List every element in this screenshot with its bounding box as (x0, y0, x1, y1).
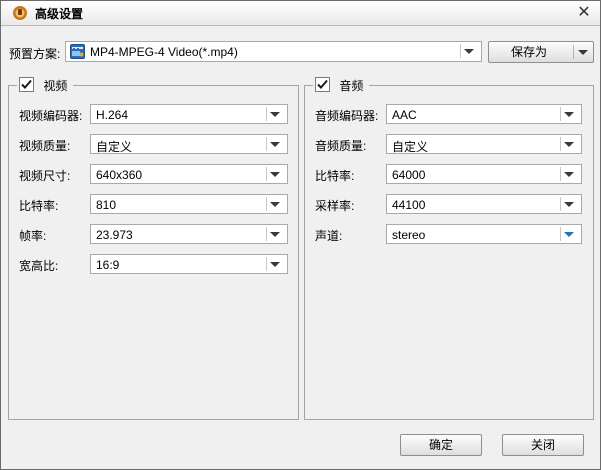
audio-quality-label: 音频质量: (315, 139, 367, 153)
video-group-title: 视频 (43, 79, 68, 93)
chevron-down-icon (270, 172, 280, 177)
chevron-down-icon (464, 49, 474, 54)
save-as-button[interactable]: 保存为 (488, 41, 594, 63)
audio-bitrate-label: 比特率: (315, 169, 355, 183)
combo-separator (560, 197, 561, 211)
preset-value: MP4-MPEG-4 Video(*.mp4) (90, 45, 238, 59)
video-bitrate-value: 810 (96, 198, 117, 212)
chevron-down-icon (270, 262, 280, 267)
audio-samplerate-value: 44100 (392, 198, 426, 212)
audio-group-header: 音频 (313, 77, 370, 95)
video-bitrate-label: 比特率: (19, 199, 59, 213)
combo-separator (460, 44, 461, 58)
video-aspect-select[interactable]: 16:9 (90, 254, 288, 274)
audio-quality-value: 自定义 (392, 140, 429, 154)
combo-separator (560, 167, 561, 181)
close-button[interactable]: 关闭 (502, 434, 584, 456)
video-group-header: 视频 (17, 77, 74, 95)
combo-separator (266, 227, 267, 241)
combo-separator (560, 107, 561, 121)
title-bar: 高级设置 ✕ (1, 1, 600, 26)
combo-separator (266, 257, 267, 271)
chevron-down-icon (270, 142, 280, 147)
audio-codec-select[interactable]: AAC (386, 104, 582, 124)
chevron-down-icon (564, 112, 574, 117)
combo-separator (266, 107, 267, 121)
audio-channels-value: stereo (392, 228, 426, 242)
video-framerate-label: 帧率: (19, 229, 47, 243)
video-codec-select[interactable]: H.264 (90, 104, 288, 124)
video-codec-value: H.264 (96, 108, 129, 122)
audio-channels-select[interactable]: stereo (386, 224, 582, 244)
chevron-down-icon[interactable] (578, 50, 588, 55)
audio-bitrate-value: 64000 (392, 168, 426, 182)
audio-group-title: 音频 (339, 79, 364, 93)
save-as-label: 保存为 (511, 45, 548, 59)
video-framerate-value: 23.973 (96, 228, 133, 242)
audio-samplerate-label: 采样率: (315, 199, 355, 213)
video-size-value: 640x360 (96, 168, 143, 182)
chevron-down-icon (564, 232, 574, 237)
audio-codec-value: AAC (392, 108, 417, 122)
window-title: 高级设置 (35, 7, 84, 21)
video-aspect-value: 16:9 (96, 258, 120, 272)
close-icon[interactable]: ✕ (575, 4, 593, 22)
video-aspect-label: 宽高比: (19, 259, 59, 273)
combo-separator (560, 137, 561, 151)
preset-label: 预置方案: (9, 47, 61, 61)
combo-separator (560, 227, 561, 241)
video-file-icon (70, 44, 85, 59)
video-size-select[interactable]: 640x360 (90, 164, 288, 184)
combo-separator (266, 167, 267, 181)
chevron-down-icon (270, 112, 280, 117)
video-quality-label: 视频质量: (19, 139, 71, 153)
video-codec-label: 视频编码器: (19, 109, 83, 123)
audio-bitrate-select[interactable]: 64000 (386, 164, 582, 184)
chevron-down-icon (564, 172, 574, 177)
audio-quality-select[interactable]: 自定义 (386, 134, 582, 154)
audio-samplerate-select[interactable]: 44100 (386, 194, 582, 214)
video-size-label: 视频尺寸: (19, 169, 71, 183)
video-enable-checkbox[interactable] (19, 77, 34, 92)
combo-separator (266, 137, 267, 151)
advanced-settings-dialog: 高级设置 ✕ 预置方案: MP4-MPEG-4 Video(*.mp4) 保存为 (0, 0, 601, 470)
audio-codec-label: 音频编码器: (315, 109, 379, 123)
video-quality-value: 自定义 (96, 140, 133, 154)
video-quality-select[interactable]: 自定义 (90, 134, 288, 154)
audio-channels-label: 声道: (315, 229, 343, 243)
chevron-down-icon (564, 142, 574, 147)
preset-select[interactable]: MP4-MPEG-4 Video(*.mp4) (65, 41, 482, 62)
button-separator (573, 45, 574, 59)
combo-separator (266, 197, 267, 211)
audio-enable-checkbox[interactable] (315, 77, 330, 92)
app-logo-icon (12, 5, 28, 21)
chevron-down-icon (564, 202, 574, 207)
video-framerate-select[interactable]: 23.973 (90, 224, 288, 244)
ok-button[interactable]: 确定 (400, 434, 482, 456)
chevron-down-icon (270, 232, 280, 237)
video-bitrate-select[interactable]: 810 (90, 194, 288, 214)
chevron-down-icon (270, 202, 280, 207)
